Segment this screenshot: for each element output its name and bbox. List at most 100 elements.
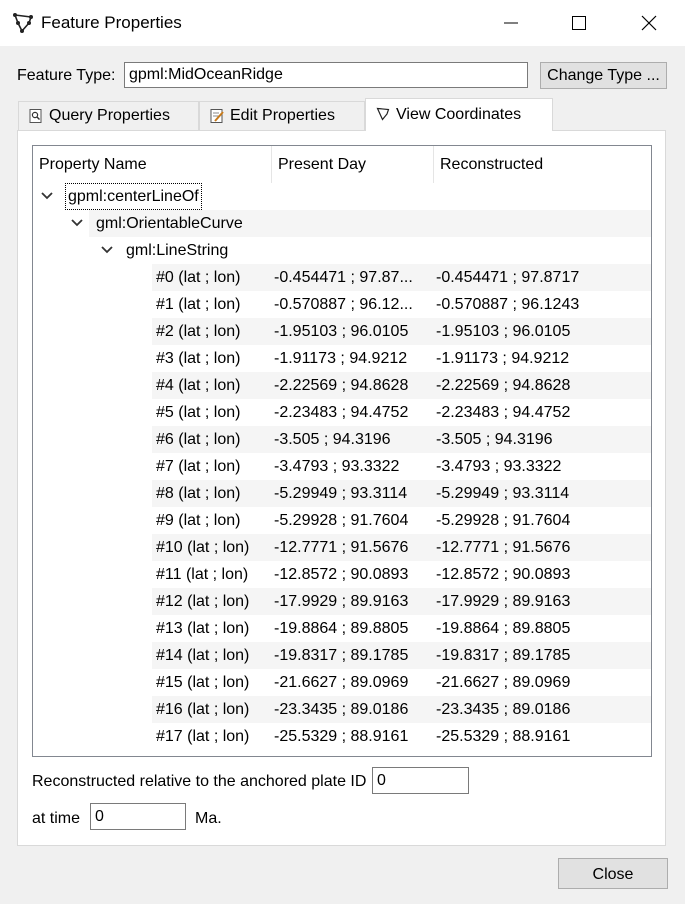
point-label: #12 (lat ; lon) bbox=[156, 593, 250, 610]
present-day-value: -1.91173 ; 94.9212 bbox=[274, 350, 408, 367]
coordinate-row[interactable]: #11 (lat ; lon) -12.8572 ; 90.0893 -12.857… bbox=[33, 561, 651, 588]
reconstructed-value: -17.9929 ; 89.9163 bbox=[436, 593, 571, 610]
column-header-property-name[interactable]: Property Name bbox=[33, 146, 272, 183]
anchored-plate-label: Reconstructed relative to the anchored p… bbox=[32, 773, 367, 790]
tree-node-grandchild[interactable]: gml:LineString bbox=[33, 237, 651, 264]
magnifier-page-icon bbox=[29, 109, 42, 123]
present-day-value: -19.8864 ; 89.8805 bbox=[274, 620, 409, 637]
reconstructed-value: -0.570887 ; 96.1243 bbox=[436, 296, 580, 313]
point-label: #11 (lat ; lon) bbox=[156, 566, 249, 583]
reconstructed-value: -21.6627 ; 89.0969 bbox=[436, 674, 571, 691]
present-day-value: -1.95103 ; 96.0105 bbox=[274, 323, 409, 340]
reconstructed-value: -19.8317 ; 89.1785 bbox=[436, 647, 571, 664]
point-label: #15 (lat ; lon) bbox=[156, 674, 250, 691]
tree-node-child[interactable]: gml:OrientableCurve bbox=[33, 210, 651, 237]
tab-query-properties[interactable]: Query Properties bbox=[18, 101, 199, 130]
present-day-value: -2.23483 ; 94.4752 bbox=[274, 404, 409, 421]
coordinate-row[interactable]: #5 (lat ; lon) -2.23483 ; 94.4752 -2.23483… bbox=[33, 399, 651, 426]
point-label: #13 (lat ; lon) bbox=[156, 620, 250, 637]
point-label: #17 (lat ; lon) bbox=[156, 728, 250, 745]
point-label: #3 (lat ; lon) bbox=[156, 350, 241, 367]
tab-edit-properties[interactable]: Edit Properties bbox=[199, 101, 365, 130]
point-label: #6 (lat ; lon) bbox=[156, 431, 241, 448]
polygon-icon bbox=[376, 107, 390, 121]
tab-view-coordinates[interactable]: View Coordinates bbox=[365, 98, 553, 131]
coordinate-row[interactable]: #16 (lat ; lon) -23.3435 ; 89.0186 -23.343… bbox=[33, 696, 651, 723]
reconstructed-value: -5.29928 ; 91.7604 bbox=[436, 512, 571, 529]
reconstructed-value: -0.454471 ; 97.8717 bbox=[436, 269, 580, 286]
coordinate-row[interactable]: #3 (lat ; lon) -1.91173 ; 94.9212 -1.91173… bbox=[33, 345, 651, 372]
polygon-app-icon bbox=[13, 13, 33, 33]
reconstructed-value: -12.7771 ; 91.5676 bbox=[436, 539, 571, 556]
window-title: Feature Properties bbox=[41, 13, 182, 32]
tree-node-label: gpml:centerLineOf bbox=[65, 183, 202, 210]
coordinate-row[interactable]: #2 (lat ; lon) -1.95103 ; 96.0105 -1.95103… bbox=[33, 318, 651, 345]
coordinates-tree[interactable]: Property Name Present Day Reconstructed … bbox=[32, 145, 652, 757]
maximize-icon bbox=[572, 16, 586, 30]
coordinate-row[interactable]: #9 (lat ; lon) -5.29928 ; 91.7604 -5.29928… bbox=[33, 507, 651, 534]
close-window-button[interactable] bbox=[626, 0, 672, 46]
point-label: #10 (lat ; lon) bbox=[156, 539, 250, 556]
point-label: #7 (lat ; lon) bbox=[156, 458, 241, 475]
time-unit-label: Ma. bbox=[195, 810, 222, 827]
coordinate-row[interactable]: #6 (lat ; lon) -3.505 ; 94.3196 -3.505 ; 9… bbox=[33, 426, 651, 453]
present-day-value: -12.8572 ; 90.0893 bbox=[274, 566, 409, 583]
chevron-down-icon[interactable] bbox=[70, 216, 84, 230]
feature-type-label: Feature Type: bbox=[17, 67, 116, 84]
point-label: #2 (lat ; lon) bbox=[156, 323, 241, 340]
minimize-icon bbox=[504, 22, 518, 24]
edit-page-icon bbox=[210, 109, 224, 123]
tree-node-root[interactable]: gpml:centerLineOf bbox=[33, 183, 651, 210]
coordinate-row[interactable]: #17 (lat ; lon) -25.5329 ; 88.9161 -25.532… bbox=[33, 723, 651, 750]
close-button[interactable]: Close bbox=[558, 858, 668, 889]
present-day-value: -3.4793 ; 93.3322 bbox=[274, 458, 400, 475]
point-label: #1 (lat ; lon) bbox=[156, 296, 241, 313]
column-header-present-day[interactable]: Present Day bbox=[272, 146, 434, 183]
column-header-reconstructed[interactable]: Reconstructed bbox=[434, 146, 651, 183]
feature-type-field[interactable]: gpml:MidOceanRidge bbox=[124, 62, 528, 88]
reconstructed-value: -1.95103 ; 96.0105 bbox=[436, 323, 571, 340]
point-label: #5 (lat ; lon) bbox=[156, 404, 241, 421]
coordinate-row[interactable]: #14 (lat ; lon) -19.8317 ; 89.1785 -19.831… bbox=[33, 642, 651, 669]
reconstructed-value: -25.5329 ; 88.9161 bbox=[436, 728, 571, 745]
tab-label: Edit Properties bbox=[230, 107, 335, 124]
present-day-value: -25.5329 ; 88.9161 bbox=[274, 728, 409, 745]
chevron-down-icon[interactable] bbox=[40, 189, 54, 203]
coordinate-row[interactable]: #12 (lat ; lon) -17.9929 ; 89.9163 -17.992… bbox=[33, 588, 651, 615]
present-day-value: -17.9929 ; 89.9163 bbox=[274, 593, 409, 610]
coordinate-row[interactable]: #4 (lat ; lon) -2.22569 ; 94.8628 -2.22569… bbox=[33, 372, 651, 399]
present-day-value: -19.8317 ; 89.1785 bbox=[274, 647, 409, 664]
coordinate-row[interactable]: #13 (lat ; lon) -19.8864 ; 89.8805 -19.886… bbox=[33, 615, 651, 642]
reconstructed-value: -3.505 ; 94.3196 bbox=[436, 431, 553, 448]
minimize-button[interactable] bbox=[488, 0, 534, 46]
point-label: #4 (lat ; lon) bbox=[156, 377, 241, 394]
anchored-plate-id-field[interactable]: 0 bbox=[372, 767, 469, 794]
coordinate-row[interactable]: #1 (lat ; lon) -0.570887 ; 96.12... -0.570… bbox=[33, 291, 651, 318]
coordinate-row[interactable]: #15 (lat ; lon) -21.6627 ; 89.0969 -21.662… bbox=[33, 669, 651, 696]
reconstructed-value: -2.22569 ; 94.8628 bbox=[436, 377, 571, 394]
present-day-value: -0.570887 ; 96.12... bbox=[274, 296, 413, 313]
tab-label: Query Properties bbox=[49, 107, 170, 124]
tree-node-label: gml:LineString bbox=[126, 242, 229, 259]
reconstructed-value: -5.29949 ; 93.3114 bbox=[436, 485, 570, 502]
coordinate-row[interactable]: #7 (lat ; lon) -3.4793 ; 93.3322 -3.4793 ;… bbox=[33, 453, 651, 480]
reconstruction-time-field[interactable]: 0 bbox=[90, 803, 186, 830]
maximize-button[interactable] bbox=[556, 0, 602, 46]
reconstructed-value: -12.8572 ; 90.0893 bbox=[436, 566, 571, 583]
coordinate-row[interactable]: #0 (lat ; lon) -0.454471 ; 97.87... -0.454… bbox=[33, 264, 651, 291]
close-icon bbox=[641, 15, 657, 31]
point-label: #9 (lat ; lon) bbox=[156, 512, 241, 529]
chevron-down-icon[interactable] bbox=[100, 243, 114, 257]
tree-node-label: gml:OrientableCurve bbox=[96, 215, 243, 232]
coordinate-row[interactable]: #8 (lat ; lon) -5.29949 ; 93.3114 -5.29949… bbox=[33, 480, 651, 507]
reconstructed-value: -1.91173 ; 94.9212 bbox=[436, 350, 570, 367]
point-label: #8 (lat ; lon) bbox=[156, 485, 241, 502]
tab-label: View Coordinates bbox=[396, 106, 522, 123]
time-label: at time bbox=[32, 810, 81, 827]
change-type-button[interactable]: Change Type ... bbox=[540, 62, 667, 89]
present-day-value: -3.505 ; 94.3196 bbox=[274, 431, 391, 448]
reconstructed-value: -19.8864 ; 89.8805 bbox=[436, 620, 571, 637]
present-day-value: -2.22569 ; 94.8628 bbox=[274, 377, 409, 394]
reconstructed-value: -23.3435 ; 89.0186 bbox=[436, 701, 571, 718]
coordinate-row[interactable]: #10 (lat ; lon) -12.7771 ; 91.5676 -12.777… bbox=[33, 534, 651, 561]
